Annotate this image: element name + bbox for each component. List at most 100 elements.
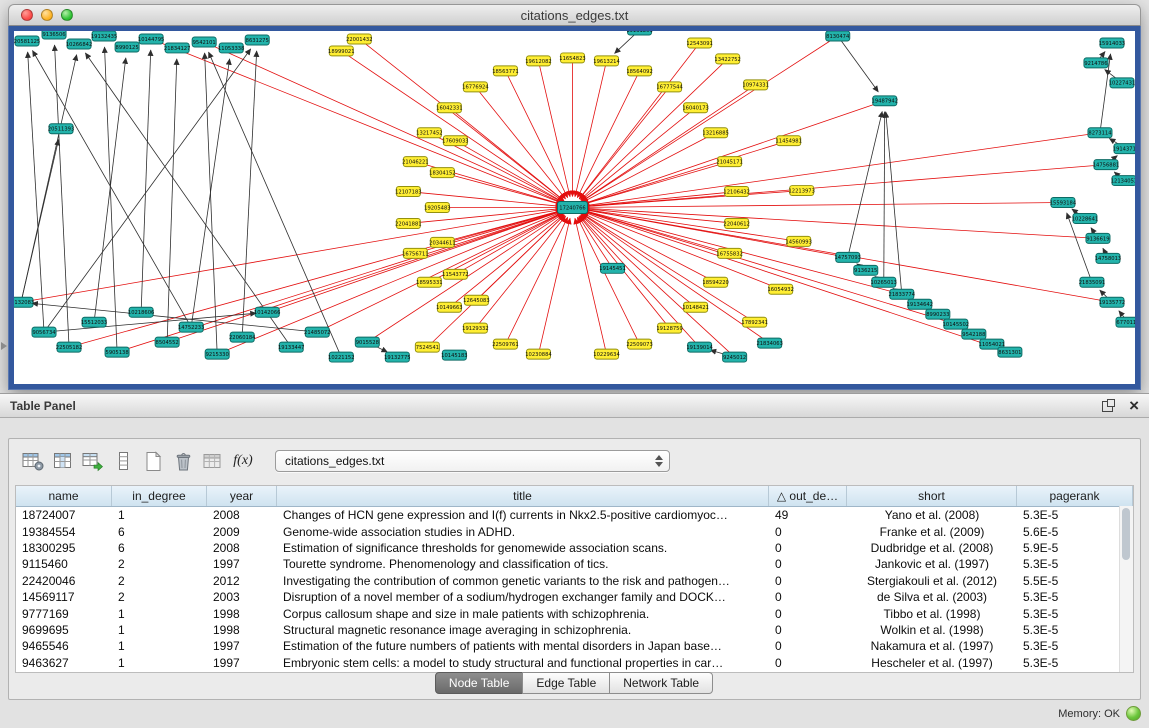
network-node[interactable]: 9015528 (355, 337, 379, 347)
network-node[interactable]: 21046221 (402, 157, 428, 167)
network-node[interactable]: 22509761 (492, 339, 518, 349)
network-node[interactable]: 10145183 (441, 350, 467, 360)
network-node[interactable]: 22060184 (229, 332, 256, 342)
network-node[interactable]: 19132435 (91, 31, 117, 41)
network-node[interactable]: 19135772 (1099, 297, 1125, 307)
network-node[interactable]: 18563771 (492, 66, 518, 76)
network-node[interactable]: 16756711 (402, 248, 428, 258)
network-node[interactable]: 21485072 (304, 327, 330, 337)
citation-edge-red[interactable] (583, 141, 789, 205)
citation-edge-red[interactable] (475, 87, 565, 199)
network-node[interactable]: 8273114 (1088, 128, 1112, 138)
network-node[interactable]: 11454981 (775, 136, 801, 146)
network-node[interactable]: 16054932 (767, 284, 793, 294)
citation-edge-black[interactable] (848, 111, 883, 257)
network-node[interactable]: 19132083 (14, 297, 34, 307)
network-node[interactable]: 14757093 (835, 252, 861, 262)
show-columns-icon[interactable] (49, 447, 77, 475)
network-node[interactable]: 12543091 (686, 38, 712, 48)
network-node[interactable]: 14560993 (785, 236, 811, 246)
network-node[interactable]: 10218606 (128, 307, 154, 317)
network-node[interactable]: 22001432 (346, 34, 372, 44)
float-panel-icon[interactable] (1102, 399, 1115, 412)
network-node[interactable]: 22040612 (723, 218, 749, 228)
network-node[interactable]: 12107183 (395, 187, 421, 197)
citation-edge-red[interactable] (575, 218, 607, 354)
network-node[interactable]: 9136215 (854, 265, 878, 275)
network-node[interactable]: 8990125 (115, 42, 139, 52)
network-node[interactable]: 19139014 (686, 342, 713, 352)
table-row[interactable]: 969969511998Structural magnetic resonanc… (16, 622, 1133, 638)
network-node[interactable]: 10266842 (66, 39, 92, 49)
citation-edge-red[interactable] (575, 61, 607, 197)
network-node[interactable]: 12213973 (788, 186, 814, 196)
new-table-icon[interactable] (139, 447, 167, 475)
table-row[interactable]: 1938455462009Genome-wide association stu… (16, 523, 1133, 539)
network-node[interactable]: 10229634 (593, 349, 620, 359)
column-header-out_de[interactable]: △ out_de… (769, 486, 847, 506)
network-node[interactable]: 17609033 (442, 136, 468, 146)
citation-edge-red[interactable] (583, 209, 798, 241)
table-scrollbar[interactable] (1119, 506, 1133, 672)
network-node[interactable]: 10145502 (943, 319, 969, 329)
network-node[interactable]: 19205483 (424, 203, 450, 213)
network-node[interactable]: 21835091 (1079, 277, 1105, 287)
citation-edge-black[interactable] (886, 112, 902, 295)
column-header-pagerank[interactable]: pagerank (1017, 486, 1133, 506)
network-node[interactable]: 16777544 (656, 82, 683, 92)
minimize-window-icon[interactable] (41, 9, 53, 21)
tab-edge-table[interactable]: Edge Table (522, 672, 610, 694)
citation-edge-red[interactable] (583, 211, 1010, 352)
network-node[interactable]: 9136619 (1086, 233, 1110, 243)
network-node[interactable]: 8130474 (826, 31, 850, 41)
citation-edge-black[interactable] (85, 53, 291, 347)
citation-edge-black[interactable] (191, 59, 229, 327)
delete-table-icon[interactable] (169, 447, 197, 475)
table-row[interactable]: 1872400712008Changes of HCN gene express… (16, 507, 1133, 523)
citation-edge-black[interactable] (94, 58, 126, 322)
network-node[interactable]: 21834063 (756, 338, 782, 348)
citation-edge-red[interactable] (579, 217, 613, 269)
citation-edge-red[interactable] (538, 218, 570, 354)
network-node[interactable]: 11543772 (442, 269, 468, 279)
network-node[interactable]: 5905138 (105, 347, 129, 357)
network-node[interactable]: 19145451 (599, 263, 625, 273)
column-header-title[interactable]: title (277, 486, 769, 506)
column-header-in_degree[interactable]: in_degree (112, 486, 207, 506)
citation-edge-red[interactable] (582, 85, 756, 202)
citation-edge-red[interactable] (583, 133, 1100, 206)
citation-edge-red[interactable] (583, 211, 956, 324)
citation-edge-black[interactable] (141, 50, 151, 312)
network-node[interactable]: 9136506 (42, 31, 66, 39)
function-builder-icon[interactable]: f(x) (229, 447, 257, 475)
network-node[interactable]: 14752233 (178, 322, 204, 332)
network-node[interactable]: 18999021 (328, 46, 354, 56)
citation-edge-black[interactable] (44, 49, 251, 332)
network-node[interactable]: 10228641 (1072, 213, 1098, 223)
network-node-hub[interactable]: 17240766 (557, 202, 587, 214)
network-node[interactable]: 22509073 (626, 339, 652, 349)
network-node[interactable]: 15593184 (1050, 198, 1077, 208)
network-node[interactable]: 21833774 (889, 289, 916, 299)
network-node[interactable]: 21834127 (164, 43, 190, 53)
table-row[interactable]: 946554611997Estimation of the future num… (16, 638, 1133, 654)
network-node[interactable]: 17892341 (741, 317, 767, 327)
network-node[interactable]: 8990233 (926, 309, 950, 319)
citation-edge-red[interactable] (582, 36, 838, 202)
network-node[interactable]: 15512033 (81, 317, 107, 327)
network-node[interactable]: 12134053 (1111, 176, 1135, 186)
network-node[interactable]: 19134642 (907, 299, 933, 309)
network-node[interactable]: 22041881 (395, 218, 421, 228)
network-node[interactable]: 12106432 (723, 187, 749, 197)
network-node[interactable]: 14756881 (1093, 160, 1119, 170)
network-node[interactable]: 9245012 (723, 352, 747, 362)
close-panel-icon[interactable]: × (1129, 399, 1139, 412)
table-row[interactable]: 977716911998Corpus callosum shape and si… (16, 605, 1133, 621)
citation-edge-black[interactable] (55, 45, 69, 347)
network-node[interactable]: 8631275 (245, 35, 269, 45)
network-node[interactable]: 19129332 (462, 323, 488, 333)
network-node[interactable]: 10149663 (436, 302, 462, 312)
network-node[interactable]: 10230884 (525, 349, 552, 359)
side-panel-toggle-icon[interactable] (1, 342, 7, 350)
network-node[interactable]: 16755832 (716, 248, 742, 258)
